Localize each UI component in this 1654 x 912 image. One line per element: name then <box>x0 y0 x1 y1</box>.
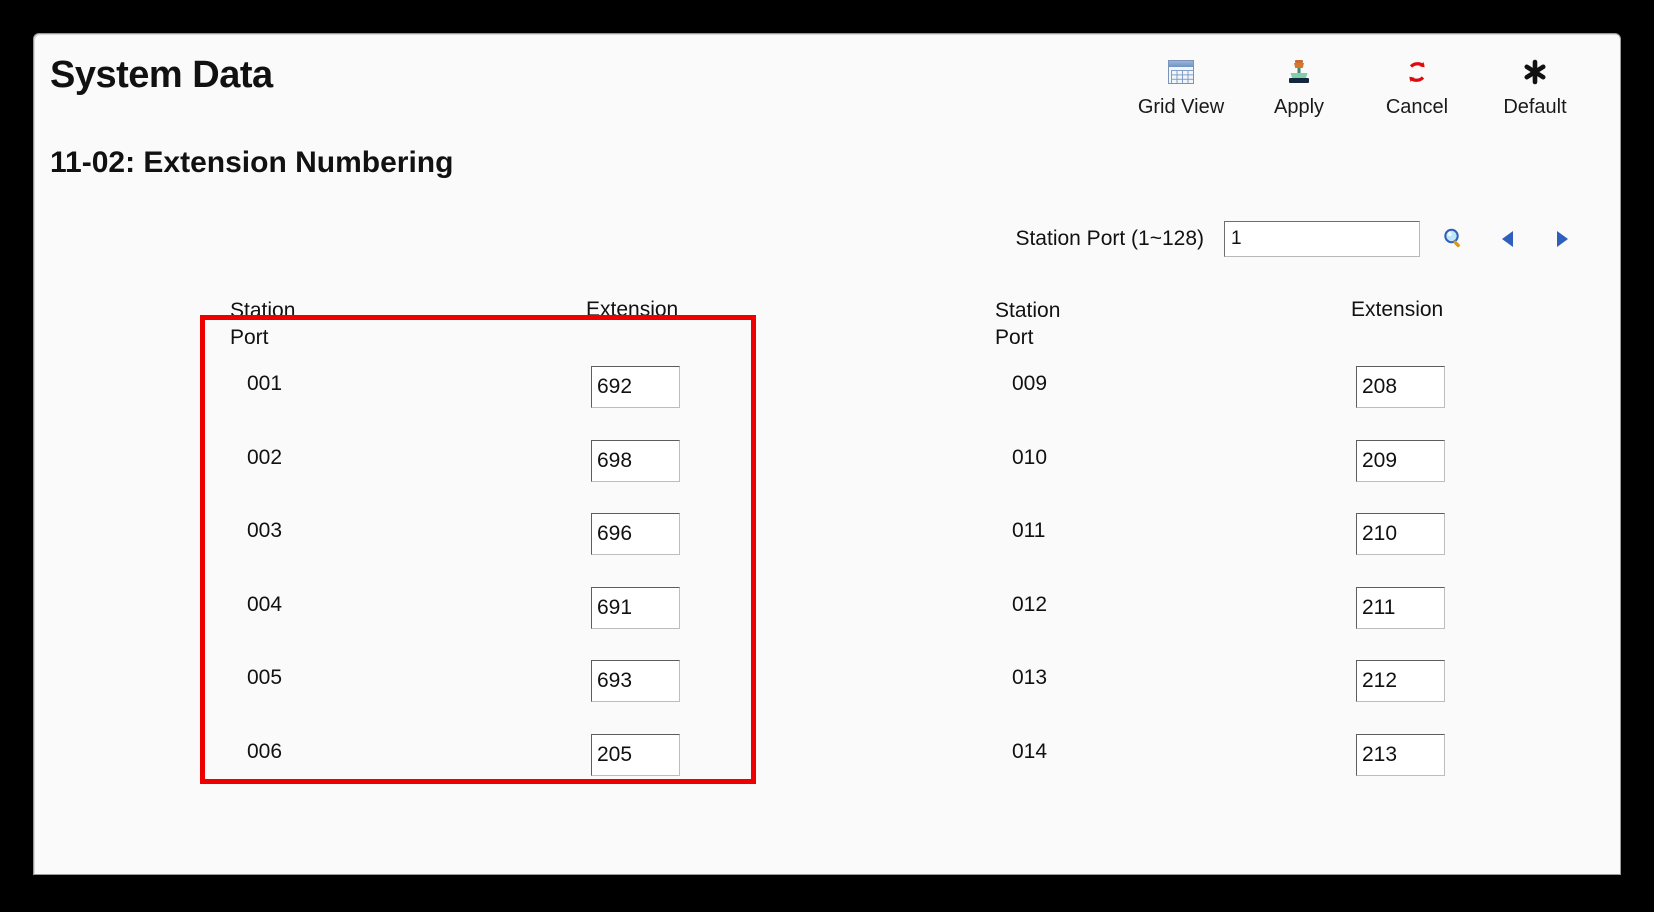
table-row: 005 <box>204 648 789 722</box>
station-port-value: 009 <box>1012 372 1048 395</box>
table-row: 006 <box>204 722 789 796</box>
triangle-right-icon[interactable] <box>1546 223 1578 255</box>
apply-button[interactable]: Apply <box>1240 50 1358 119</box>
station-port-column-right: Station Port Extension 009 010 011 012 013 01… <box>969 270 1554 795</box>
asterisk-icon <box>1520 50 1550 94</box>
extension-input[interactable] <box>1356 513 1445 555</box>
extension-input[interactable] <box>1356 733 1445 776</box>
magnifier-icon[interactable] <box>1438 223 1470 255</box>
extension-input[interactable] <box>1356 439 1445 482</box>
station-port-value: 014 <box>1012 739 1048 763</box>
extension-numbering-tables: Station Port Extension 001 002 003 004 005 00… <box>34 270 1620 874</box>
grid-view-button[interactable]: Grid View <box>1122 50 1240 119</box>
red-circular-arrows-icon <box>1402 50 1432 94</box>
extension-input[interactable] <box>591 513 680 555</box>
station-port-value: 010 <box>1012 445 1048 469</box>
extension-input[interactable] <box>591 586 680 629</box>
station-port-value: 006 <box>247 739 283 763</box>
app-title: System Data <box>50 54 273 96</box>
table-row: 013 <box>969 648 1554 722</box>
table-row: 001 <box>204 354 789 428</box>
station-port-value: 011 <box>1012 519 1046 542</box>
rubber-stamp-icon <box>1284 50 1314 94</box>
extension-input[interactable] <box>1356 660 1445 702</box>
extension-input[interactable] <box>591 366 680 408</box>
page-title: 11-02: Extension Numbering <box>50 146 454 179</box>
default-label: Default <box>1503 96 1567 118</box>
table-row: 009 <box>969 354 1554 428</box>
table-row: 012 <box>969 575 1554 649</box>
station-port-search-input[interactable] <box>1224 221 1420 257</box>
column-header-left: Station Port Extension <box>204 270 789 354</box>
station-port-value: 004 <box>247 592 283 616</box>
station-port-search-row: Station Port (1~128) <box>34 212 1620 266</box>
station-port-value: 013 <box>1012 666 1048 689</box>
station-port-value: 012 <box>1012 592 1048 616</box>
station-port-value: 001 <box>247 372 283 395</box>
extension-input[interactable] <box>591 733 680 776</box>
extension-input[interactable] <box>1356 366 1445 408</box>
triangle-left-icon[interactable] <box>1492 223 1524 255</box>
table-row: 003 <box>204 501 789 575</box>
window-header: System Data Grid View Apply Cancel Defau… <box>34 34 1620 142</box>
header-extension-right: Extension <box>1351 298 1444 321</box>
header-station-port-left: Station Port <box>230 299 296 349</box>
system-data-window: System Data Grid View Apply Cancel Defau… <box>33 33 1621 875</box>
cancel-button[interactable]: Cancel <box>1358 50 1476 119</box>
header-extension-left: Extension <box>586 298 679 321</box>
station-port-search-label: Station Port (1~128) <box>1015 227 1204 250</box>
extension-input[interactable] <box>591 660 680 702</box>
extension-input[interactable] <box>1356 586 1445 629</box>
toolbar: Grid View Apply Cancel Default <box>1122 50 1594 119</box>
table-row: 011 <box>969 501 1554 575</box>
station-port-value: 002 <box>247 445 283 469</box>
column-header-right: Station Port Extension <box>969 270 1554 354</box>
table-row: 014 <box>969 722 1554 796</box>
grid-view-label: Grid View <box>1137 96 1225 118</box>
cancel-label: Cancel <box>1385 96 1449 118</box>
header-station-port-right: Station Port <box>995 299 1061 349</box>
station-port-value: 003 <box>247 519 283 542</box>
station-port-column-left: Station Port Extension 001 002 003 004 005 00… <box>204 270 789 795</box>
grid-table-icon <box>1168 50 1194 94</box>
apply-label: Apply <box>1273 96 1325 118</box>
extension-input[interactable] <box>591 439 680 482</box>
default-button[interactable]: Default <box>1476 50 1594 119</box>
table-row: 004 <box>204 575 789 649</box>
table-row: 010 <box>969 428 1554 502</box>
table-row: 002 <box>204 428 789 502</box>
station-port-value: 005 <box>247 666 283 689</box>
